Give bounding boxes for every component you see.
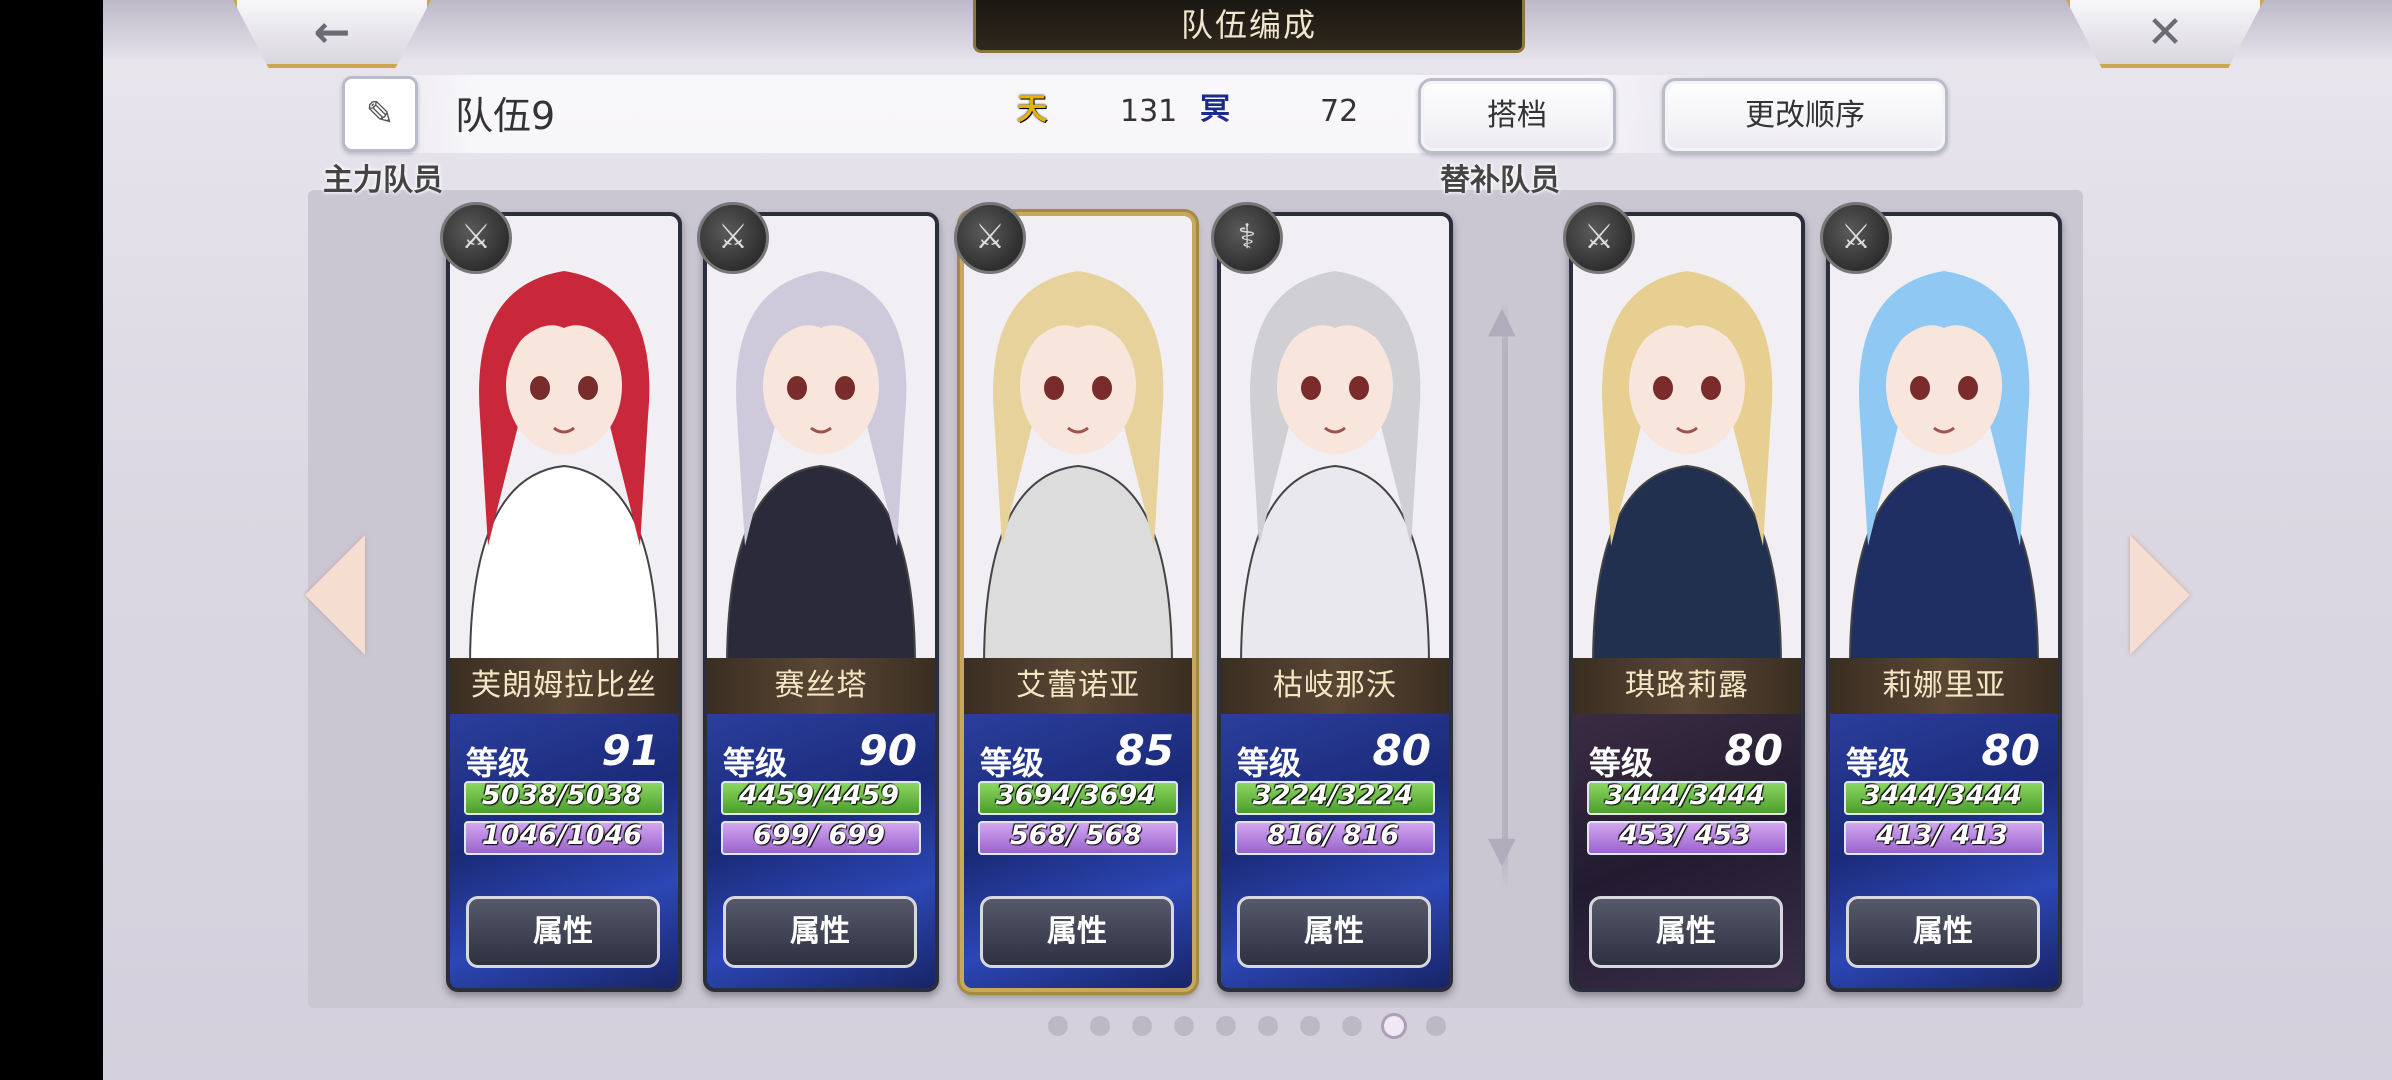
nether-value: 72 — [1320, 94, 1359, 129]
level-value: 80 — [1981, 726, 2040, 775]
character-portrait — [707, 216, 935, 666]
level-label: 等级 — [980, 744, 1045, 782]
member-card[interactable]: 艾蕾诺亚等级 85 3694/3694 568/ 568 属性 — [960, 212, 1196, 992]
hp-value: 3224/3224 — [1252, 780, 1414, 811]
level-value: 80 — [1372, 726, 1431, 775]
member-name: 艾蕾诺亚 — [964, 658, 1192, 714]
staff-weapon-icon: ⚕ — [1211, 202, 1283, 274]
hp-value: 3444/3444 — [1861, 780, 2023, 811]
member-card[interactable]: 琪路莉露等级 80 3444/3444 453/ 453 属性 — [1569, 212, 1805, 992]
main-sub-divider — [1502, 300, 1508, 890]
hp-value: 3444/3444 — [1604, 780, 1766, 811]
member-name: 赛丝塔 — [707, 658, 935, 714]
sword-weapon-icon: ⚔ — [954, 202, 1026, 274]
close-icon: ✕ — [2146, 6, 2184, 58]
main-members-label: 主力队员 — [323, 163, 443, 198]
page-dot[interactable] — [1090, 1016, 1110, 1036]
page-dot-active[interactable] — [1384, 1016, 1404, 1036]
hp-value: 5038/5038 — [481, 780, 643, 811]
character-portrait — [964, 216, 1192, 666]
page-dot[interactable] — [1132, 1016, 1152, 1036]
sword-weapon-icon: ⚔ — [440, 202, 512, 274]
attributes-button[interactable]: 属性 — [1237, 896, 1431, 968]
member-card[interactable]: 芙朗姆拉比丝等级 91 5038/5038 1046/1046 属性 — [446, 212, 682, 992]
next-team-arrow[interactable] — [2130, 535, 2190, 655]
sword-weapon-icon: ⚔ — [1820, 202, 1892, 274]
level-label: 等级 — [1846, 744, 1911, 782]
attributes-button[interactable]: 属性 — [723, 896, 917, 968]
level-label: 等级 — [723, 744, 788, 782]
character-portrait — [1221, 216, 1449, 666]
screen-title: 队伍编成 — [973, 0, 1525, 53]
hp-value: 4459/4459 — [738, 780, 900, 811]
member-card[interactable]: 枯岐那沃等级 80 3224/3224 816/ 816 属性 — [1217, 212, 1453, 992]
blade-weapon-icon: ⚔ — [697, 202, 769, 274]
attributes-button[interactable]: 属性 — [1589, 896, 1783, 968]
attributes-button[interactable]: 属性 — [1846, 896, 2040, 968]
character-portrait — [1573, 216, 1801, 666]
level-value: 90 — [858, 726, 917, 775]
nether-element-icon: 冥 — [1200, 92, 1230, 127]
divider-down-ornament: ▼ — [1488, 830, 1516, 871]
page-dot[interactable] — [1216, 1016, 1236, 1036]
reorder-button[interactable]: 更改顺序 — [1662, 78, 1948, 154]
attributes-button[interactable]: 属性 — [466, 896, 660, 968]
team-page-indicator — [1048, 1016, 1446, 1036]
page-dot[interactable] — [1342, 1016, 1362, 1036]
partner-button[interactable]: 搭档 — [1418, 78, 1616, 154]
arrow-left-icon: ← — [313, 6, 351, 58]
mp-value: 1046/1046 — [481, 820, 643, 851]
mp-value: 699/ 699 — [753, 820, 885, 851]
mp-value: 816/ 816 — [1267, 820, 1399, 851]
character-portrait — [450, 216, 678, 666]
member-card[interactable]: 莉娜里亚等级 80 3444/3444 413/ 413 属性 — [1826, 212, 2062, 992]
level-label: 等级 — [1237, 744, 1302, 782]
quill-pen-icon: ✎ — [365, 94, 395, 134]
level-value: 85 — [1115, 726, 1174, 775]
previous-team-arrow[interactable] — [305, 535, 365, 655]
member-name: 芙朗姆拉比丝 — [450, 658, 678, 714]
page-dot[interactable] — [1174, 1016, 1194, 1036]
level-value: 80 — [1724, 726, 1783, 775]
level-label: 等级 — [1589, 744, 1654, 782]
character-portrait — [1830, 216, 2058, 666]
level-label: 等级 — [466, 744, 531, 782]
mp-value: 568/ 568 — [1010, 820, 1142, 851]
hp-value: 3694/3694 — [995, 780, 1157, 811]
member-name: 琪路莉露 — [1573, 658, 1801, 714]
page-dot[interactable] — [1258, 1016, 1278, 1036]
team-name: 队伍9 — [455, 94, 556, 138]
page-dot[interactable] — [1300, 1016, 1320, 1036]
mp-value: 453/ 453 — [1619, 820, 1751, 851]
heaven-value: 131 — [1120, 94, 1178, 129]
mp-value: 413/ 413 — [1876, 820, 2008, 851]
member-name: 枯岐那沃 — [1221, 658, 1449, 714]
heaven-element-icon: 天 — [1017, 92, 1047, 127]
substitute-members-label: 替补队员 — [1440, 163, 1560, 198]
page-dot[interactable] — [1426, 1016, 1446, 1036]
level-value: 91 — [601, 726, 660, 775]
close-button[interactable]: ✕ — [2066, 0, 2264, 68]
edit-team-name-button[interactable]: ✎ — [342, 76, 418, 152]
member-name: 莉娜里亚 — [1830, 658, 2058, 714]
page-dot[interactable] — [1048, 1016, 1068, 1036]
attributes-button[interactable]: 属性 — [980, 896, 1174, 968]
member-card[interactable]: 赛丝塔等级 90 4459/4459 699/ 699 属性 — [703, 212, 939, 992]
back-button[interactable]: ← — [233, 0, 431, 68]
divider-up-ornament: ▲ — [1488, 300, 1516, 341]
sword-weapon-icon: ⚔ — [1563, 202, 1635, 274]
